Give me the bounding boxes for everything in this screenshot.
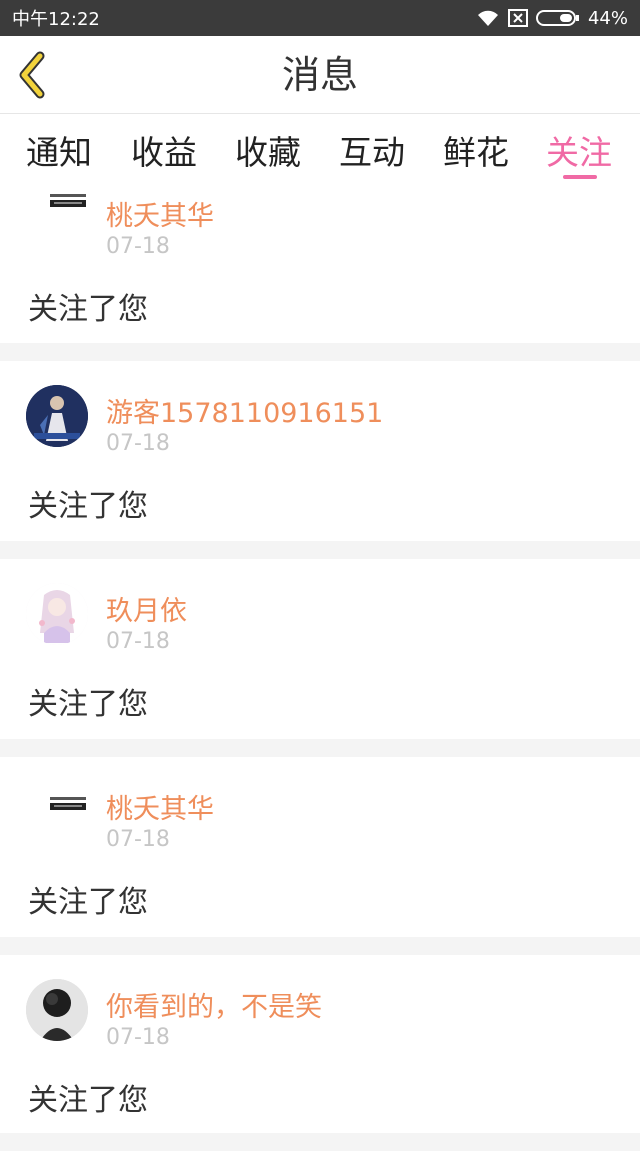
wifi-icon <box>477 10 498 26</box>
username[interactable]: 玖月依 <box>106 589 187 628</box>
banner-avatar[interactable] <box>26 781 88 843</box>
character-avatar[interactable] <box>26 385 88 447</box>
username[interactable]: 游客1578110916151 <box>106 391 383 430</box>
tab-earnings[interactable]: 收益 <box>131 126 197 174</box>
banner-avatar[interactable] <box>26 180 88 242</box>
page-title: 消息 <box>281 53 358 97</box>
message-content: 关注了您 <box>28 885 148 920</box>
status-time: 中午12:22 <box>12 9 100 30</box>
battery-icon <box>535 10 579 26</box>
tab-interactions[interactable]: 互动 <box>339 126 405 174</box>
active-tab-indicator <box>563 175 597 179</box>
message-list: 桃夭其华 07-18 关注了您 游客1578110916151 07-18 关注… <box>0 180 640 1151</box>
username[interactable]: 桃夭其华 <box>106 194 214 233</box>
dark-rose-avatar[interactable] <box>26 979 88 1041</box>
tab-bar: 通知 收益 收藏 互动 鲜花 关注 <box>0 114 640 184</box>
message-content: 关注了您 <box>28 687 148 722</box>
list-item[interactable]: 游客1578110916151 07-18 关注了您 <box>0 361 640 559</box>
nav-bar: 消息 <box>0 36 640 114</box>
list-item[interactable]: 你看到的，不是笑 07-18 关注了您 <box>0 955 640 1151</box>
back-button[interactable] <box>14 50 54 100</box>
message-date: 07-18 <box>106 234 170 259</box>
message-date: 07-18 <box>106 629 170 654</box>
tab-follows[interactable]: 关注 <box>546 126 612 174</box>
sim-card-icon <box>507 9 528 27</box>
tab-favorites[interactable]: 收藏 <box>235 126 301 174</box>
tab-notifications[interactable]: 通知 <box>26 126 92 174</box>
list-item[interactable]: 桃夭其华 07-18 关注了您 <box>0 180 640 361</box>
message-content: 关注了您 <box>28 292 148 327</box>
status-icons: 44% <box>476 8 628 29</box>
message-date: 07-18 <box>106 1025 170 1050</box>
message-content: 关注了您 <box>28 1083 148 1118</box>
list-item[interactable]: 桃夭其华 07-18 关注了您 <box>0 757 640 955</box>
battery-percent: 44% <box>587 7 628 29</box>
anime-girl-avatar[interactable] <box>26 583 88 645</box>
list-item[interactable]: 玖月依 07-18 关注了您 <box>0 559 640 757</box>
username[interactable]: 你看到的，不是笑 <box>106 985 322 1024</box>
message-date: 07-18 <box>106 827 170 852</box>
message-date: 07-18 <box>106 431 170 456</box>
tab-flowers[interactable]: 鲜花 <box>443 126 509 174</box>
status-bar: 中午12:22 44% <box>0 0 640 36</box>
message-content: 关注了您 <box>28 489 148 524</box>
username[interactable]: 桃夭其华 <box>106 787 214 826</box>
